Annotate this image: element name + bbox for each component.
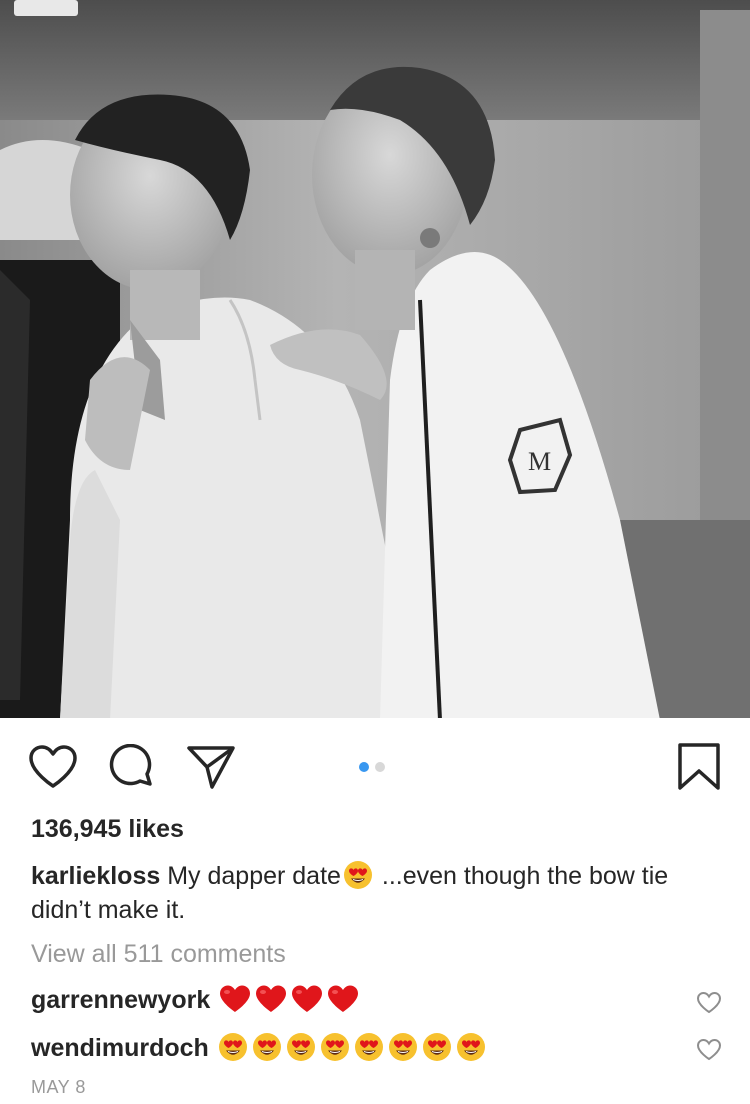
comment-like-heart-icon[interactable] [696,1038,722,1062]
heart-eyes-emoji-icon [422,1032,452,1062]
heart-eyes-emoji-icon [218,1032,248,1062]
red-heart-emoji-icon [218,984,252,1014]
like-heart-icon[interactable] [28,744,78,790]
carousel-dot-active [359,762,369,772]
view-all-comments-link[interactable]: View all 511 comments [31,940,286,969]
comment-bubble-icon[interactable] [106,744,156,792]
post-image: M [0,0,750,718]
caption-username[interactable]: karliekloss [31,862,160,890]
paper-plane-icon[interactable] [186,744,236,792]
comment-like-heart-icon[interactable] [696,991,722,1015]
red-heart-emoji-icon [326,984,360,1014]
heart-eyes-emoji-icon [388,1032,418,1062]
heart-eyes-emoji-icon [354,1032,384,1062]
heart-eyes-emoji-icon [456,1032,486,1062]
likes-count[interactable]: 136,945 likes [31,815,184,844]
comment-row: garrennewyork [31,984,691,1015]
heart-eyes-emoji-icon [343,860,373,890]
svg-text:M: M [528,447,551,476]
post-photo[interactable]: M [0,0,750,718]
comment-row: wendimurdoch [31,1032,691,1063]
comment-username[interactable]: garrennewyork [31,986,210,1014]
post-date: MAY 8 [31,1077,86,1097]
heart-eyes-emoji-icon [252,1032,282,1062]
red-heart-emoji-icon [290,984,324,1014]
carousel-dot [375,762,385,772]
bookmark-icon[interactable] [676,742,722,792]
red-heart-emoji-icon [254,984,288,1014]
comment-username[interactable]: wendimurdoch [31,1034,209,1062]
heart-eyes-emoji-icon [286,1032,316,1062]
post-caption: karliekloss My dapper date ...even thoug… [31,859,721,927]
carousel-indicator [359,762,385,774]
caption-text-part1: My dapper date [167,862,341,890]
heart-eyes-emoji-icon [320,1032,350,1062]
